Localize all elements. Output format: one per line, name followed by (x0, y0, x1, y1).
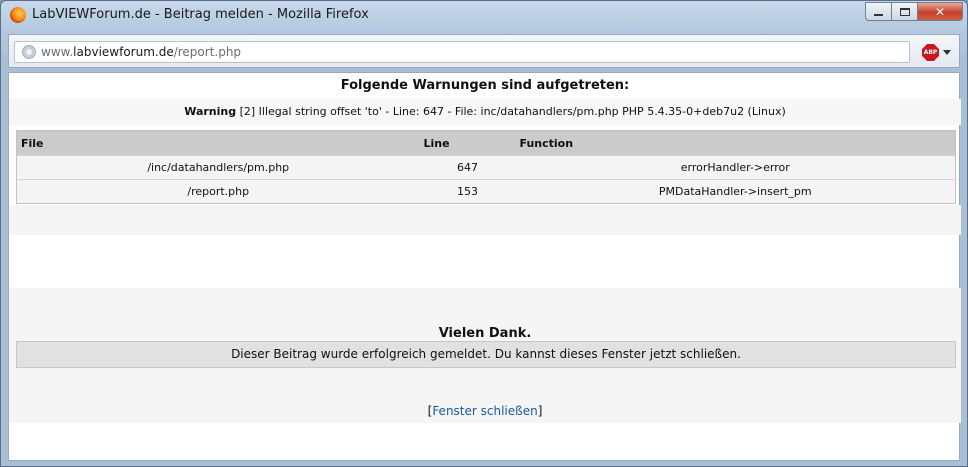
window-controls: ✕ (865, 2, 963, 22)
table-row: /inc/datahandlers/pm.php 647 errorHandle… (16, 155, 956, 180)
maximize-button[interactable] (891, 2, 918, 21)
warnings-heading: Folgende Warnungen sind aufgetreten: (340, 78, 630, 93)
table-header-row: File Line Function (16, 130, 956, 156)
maximize-icon (899, 7, 910, 16)
close-window-link[interactable]: Fenster schließen (432, 404, 537, 418)
url-path: /report.php (173, 45, 242, 59)
success-message: Dieser Beitrag wurde erfolgreich gemelde… (16, 341, 956, 368)
cell-line: 647 (419, 155, 516, 180)
column-header-file: File (21, 136, 44, 150)
table-row: /report.php 153 PMDataHandler->insert_pm (16, 179, 956, 204)
globe-icon[interactable] (22, 45, 36, 59)
close-icon: ✕ (934, 4, 946, 19)
url-field[interactable]: www.labviewforum.de/report.php (14, 41, 910, 63)
warning-text: [2] Illegal string offset 'to' - Line: 6… (236, 105, 786, 118)
close-bracket: ] (537, 404, 543, 418)
adblock-plus-icon[interactable]: ABP (922, 44, 939, 61)
cell-function: errorHandler->error (515, 155, 956, 180)
browser-window: LabVIEWForum.de - Beitrag melden - Mozil… (0, 0, 968, 467)
page-content: Folgende Warnungen sind aufgetreten: War… (8, 72, 961, 461)
url-domain-prefix: www. (41, 45, 74, 59)
cell-file: /inc/datahandlers/pm.php (16, 155, 420, 180)
close-link-line: [Fenster schließen] (9, 404, 961, 418)
backtrace-table: File Line Function /inc/datahandlers/pm.… (16, 130, 956, 204)
chevron-down-icon[interactable] (943, 50, 951, 55)
close-window-button[interactable]: ✕ (917, 2, 963, 21)
minimize-button[interactable] (865, 2, 892, 21)
minimize-icon (874, 13, 883, 16)
url-text[interactable]: www.labviewforum.de/report.php (41, 45, 241, 59)
warning-label: Warning (184, 105, 237, 118)
warning-message: Warning [2] Illegal string offset 'to' -… (9, 105, 961, 118)
cell-file: /report.php (16, 179, 420, 204)
window-title: LabVIEWForum.de - Beitrag melden - Mozil… (32, 7, 369, 22)
url-domain: labviewforum.de (73, 45, 174, 59)
cell-function: PMDataHandler->insert_pm (515, 179, 956, 204)
cell-line: 153 (419, 179, 516, 204)
column-header-function: Function (519, 136, 574, 150)
firefox-icon (10, 7, 26, 23)
column-header-line: Line (423, 136, 450, 150)
title-bar[interactable]: LabVIEWForum.de - Beitrag melden - Mozil… (1, 1, 967, 31)
spacer-band (9, 205, 961, 235)
navigation-bar: www.labviewforum.de/report.php ABP (8, 34, 960, 68)
thanks-heading: Vielen Dank. (438, 326, 532, 341)
